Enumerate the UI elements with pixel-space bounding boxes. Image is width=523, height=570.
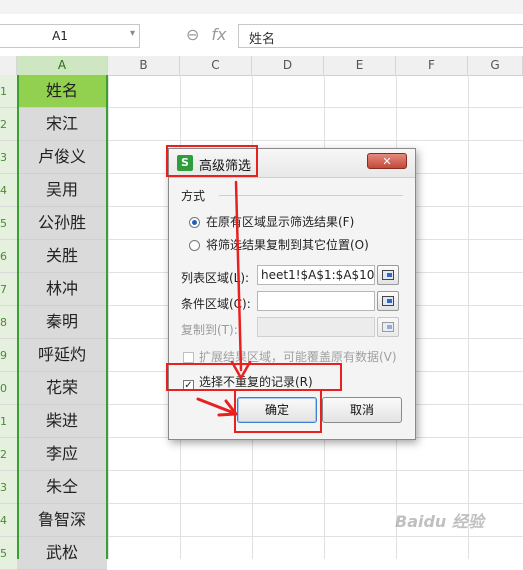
row-header[interactable]: 2 [0,438,17,471]
cell-a[interactable]: 鲁智深 [17,504,107,537]
formula-bar-icons: ⊖ fx [186,25,239,47]
unique-label: 选择不重复的记录(R) [199,375,313,389]
top-toolbar-strip [0,0,523,15]
cell-a[interactable]: 秦明 [17,306,107,339]
range-select-icon[interactable] [377,291,399,311]
unique-records-checkbox[interactable]: ✓ 选择不重复的记录(R) [183,373,313,391]
copy-to-label: 复制到(T): [181,323,238,337]
column-header-c[interactable]: C [180,56,252,75]
row-header[interactable]: 5 [0,537,17,570]
copy-to-input[interactable] [257,317,375,337]
range-select-icon[interactable] [377,317,399,337]
row-header[interactable]: 7 [0,273,17,306]
radio-unselected-icon[interactable] [189,240,200,251]
cell-a[interactable]: 柴进 [17,405,107,438]
cell-a[interactable]: 宋江 [17,108,107,141]
fx-icon[interactable]: fx [211,25,226,44]
dialog-title-bar[interactable]: S 高级筛选 ✕ [169,149,415,178]
radio-filter-in-place[interactable]: 在原有区域显示筛选结果(F) [189,213,354,230]
list-range-label: 列表区域(L): [181,271,250,285]
criteria-range-input[interactable] [257,291,375,311]
cell-a[interactable]: 吴用 [17,174,107,207]
cell-a[interactable]: 林冲 [17,273,107,306]
radio-copy-label: 将筛选结果复制到其它位置(O) [206,238,369,252]
column-header-b[interactable]: B [108,56,180,75]
row-header[interactable]: 0 [0,372,17,405]
expand-result-checkbox[interactable]: 扩展结果区域，可能覆盖原有数据(V) [183,348,397,365]
cell-a[interactable]: 李应 [17,438,107,471]
mode-section-label: 方式 [181,189,206,203]
cell-a[interactable]: 公孙胜 [17,207,107,240]
row-header[interactable]: 4 [0,504,17,537]
ok-button[interactable]: 确定 [237,397,317,423]
row-header[interactable]: 2 [0,108,17,141]
column-header-g[interactable]: G [468,56,523,75]
cell-a[interactable]: 武松 [17,537,107,570]
row-header[interactable]: 5 [0,207,17,240]
wps-logo-icon: S [177,155,193,171]
list-range-input[interactable]: heet1!$A$1:$A$109 [257,265,375,285]
column-header-e[interactable]: E [324,56,396,75]
row-header[interactable]: 8 [0,306,17,339]
expand-label: 扩展结果区域，可能覆盖原有数据(V) [199,350,397,364]
radio-in-place-label: 在原有区域显示筛选结果(F) [206,215,355,229]
cell-a[interactable]: 关胜 [17,240,107,273]
range-select-icon[interactable] [377,265,399,285]
cell-a1[interactable]: 姓名 [17,75,107,108]
column-header-a[interactable]: A [17,56,108,75]
watermark: Baidu 经验 [395,512,484,531]
cell-a[interactable]: 花荣 [17,372,107,405]
cell-a[interactable]: 朱仝 [17,471,107,504]
checkbox-icon[interactable] [183,352,194,363]
formula-input[interactable]: 姓名 [238,24,523,48]
formula-bar: A1 ▾ ⊖ fx 姓名 [0,14,523,57]
select-all-corner[interactable] [0,56,17,75]
name-box-value: A1 [52,29,68,43]
checkbox-checked-icon[interactable]: ✓ [183,380,194,391]
chevron-down-icon[interactable]: ▾ [130,28,135,39]
column-header-d[interactable]: D [252,56,324,75]
formula-input-value: 姓名 [249,32,276,47]
row-header[interactable]: 3 [0,141,17,174]
row-header[interactable]: 3 [0,471,17,504]
column-header-f[interactable]: F [396,56,468,75]
column-header-bar: A B C D E F G [0,56,523,76]
row-header[interactable]: 6 [0,240,17,273]
radio-selected-icon[interactable] [189,217,200,228]
row-header[interactable]: 9 [0,339,17,372]
criteria-range-label: 条件区域(C): [181,297,251,311]
radio-copy-to-location[interactable]: 将筛选结果复制到其它位置(O) [189,236,369,253]
cell-a[interactable]: 卢俊义 [17,141,107,174]
zoom-icon[interactable]: ⊖ [186,25,199,44]
name-box[interactable]: A1 ▾ [0,24,140,48]
close-icon[interactable]: ✕ [367,153,407,169]
cell-a[interactable]: 呼延灼 [17,339,107,372]
cancel-button[interactable]: 取消 [322,397,402,423]
dialog-title: 高级筛选 [199,159,252,174]
row-header-bar: 1 2 3 4 5 6 7 8 9 0 1 2 3 4 5 [0,75,18,570]
row-header[interactable]: 1 [0,75,17,108]
advanced-filter-dialog: S 高级筛选 ✕ 方式 在原有区域显示筛选结果(F) 将筛选结果复制到其它位置(… [168,148,416,440]
row-header[interactable]: 4 [0,174,17,207]
section-divider [219,195,403,196]
row-header[interactable]: 1 [0,405,17,438]
